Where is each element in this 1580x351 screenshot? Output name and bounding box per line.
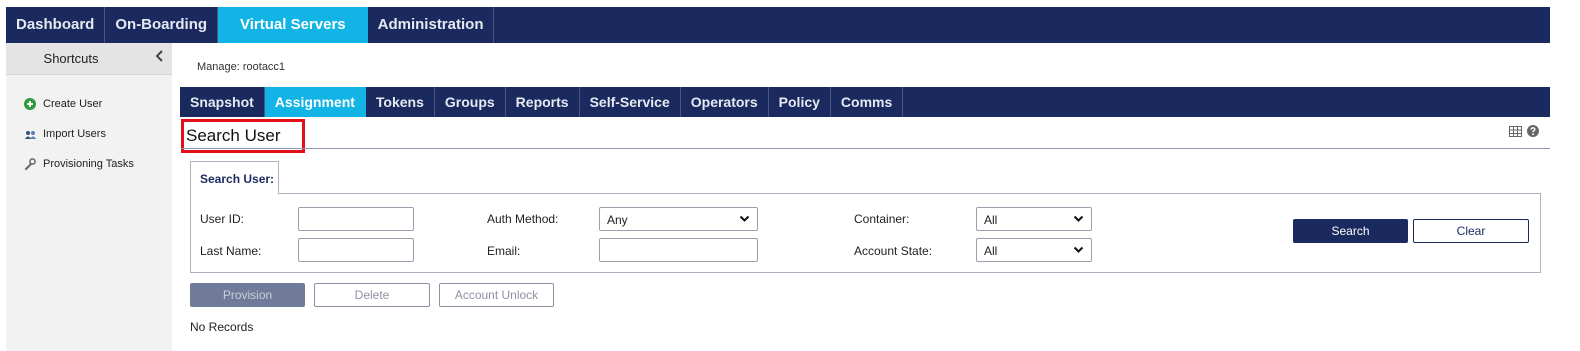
clear-button[interactable]: Clear xyxy=(1413,219,1529,243)
sidebar: Shortcuts Create User Import Users Provi… xyxy=(6,43,172,351)
search-button[interactable]: Search xyxy=(1293,219,1408,243)
manage-label: Manage: rootacc1 xyxy=(197,61,286,73)
provision-button[interactable]: Provision xyxy=(190,283,305,307)
wrench-icon xyxy=(23,157,37,171)
tab-assignment[interactable]: Assignment xyxy=(264,87,366,117)
import-users-icon xyxy=(23,127,37,141)
grid-icon[interactable] xyxy=(1509,125,1522,140)
panel-tab-search-user[interactable]: Search User: xyxy=(190,161,279,194)
chevron-down-icon xyxy=(1073,213,1084,227)
chevron-left-icon[interactable] xyxy=(154,49,164,67)
tab-virtual-servers[interactable]: Virtual Servers xyxy=(218,7,368,43)
container-select[interactable]: All xyxy=(976,207,1092,231)
account-state-label: Account State: xyxy=(854,244,933,258)
account-state-select[interactable]: All xyxy=(976,238,1092,262)
chevron-down-icon xyxy=(739,213,750,227)
sub-nav: Snapshot Assignment Tokens Groups Report… xyxy=(180,87,1550,117)
tab-self-service[interactable]: Self-Service xyxy=(580,87,681,117)
sidebar-item-create-user[interactable]: Create User xyxy=(6,89,172,119)
email-input[interactable] xyxy=(599,238,758,262)
container-label: Container: xyxy=(854,212,910,226)
chevron-down-icon xyxy=(1073,244,1084,258)
help-icon[interactable] xyxy=(1527,125,1539,140)
container-value: All xyxy=(984,213,998,227)
title-tools xyxy=(1509,125,1539,140)
email-label: Email: xyxy=(487,244,521,258)
top-nav: Dashboard On-Boarding Virtual Servers Ad… xyxy=(6,7,1550,43)
sidebar-header: Shortcuts xyxy=(6,43,172,75)
tab-snapshot[interactable]: Snapshot xyxy=(180,87,265,117)
title-divider xyxy=(181,148,1550,149)
tab-dashboard[interactable]: Dashboard xyxy=(6,7,106,43)
tab-administration[interactable]: Administration xyxy=(368,7,495,43)
last-name-label: Last Name: xyxy=(200,244,262,258)
plus-circle-icon xyxy=(23,97,37,111)
user-id-input[interactable] xyxy=(298,207,414,231)
shortcut-list: Create User Import Users Provisioning Ta… xyxy=(6,75,172,179)
auth-method-value: Any xyxy=(607,213,628,227)
auth-method-select[interactable]: Any xyxy=(599,207,758,231)
tab-comms[interactable]: Comms xyxy=(831,87,904,117)
tab-reports[interactable]: Reports xyxy=(506,87,580,117)
sidebar-item-label: Provisioning Tasks xyxy=(43,158,134,170)
sidebar-title: Shortcuts xyxy=(43,51,99,66)
sidebar-item-label: Create User xyxy=(43,98,103,110)
account-unlock-button[interactable]: Account Unlock xyxy=(439,283,554,307)
tab-groups[interactable]: Groups xyxy=(435,87,506,117)
sidebar-item-label: Import Users xyxy=(43,128,106,140)
account-state-value: All xyxy=(984,244,998,258)
sidebar-item-provisioning-tasks[interactable]: Provisioning Tasks xyxy=(6,149,172,179)
tab-operators[interactable]: Operators xyxy=(681,87,769,117)
tab-policy[interactable]: Policy xyxy=(769,87,831,117)
last-name-input[interactable] xyxy=(298,238,414,262)
tab-on-boarding[interactable]: On-Boarding xyxy=(105,7,219,43)
sidebar-item-import-users[interactable]: Import Users xyxy=(6,119,172,149)
no-records-status: No Records xyxy=(190,320,254,334)
user-id-label: User ID: xyxy=(200,212,245,226)
tab-tokens[interactable]: Tokens xyxy=(366,87,435,117)
auth-method-label: Auth Method: xyxy=(487,212,559,226)
delete-button[interactable]: Delete xyxy=(314,283,430,307)
